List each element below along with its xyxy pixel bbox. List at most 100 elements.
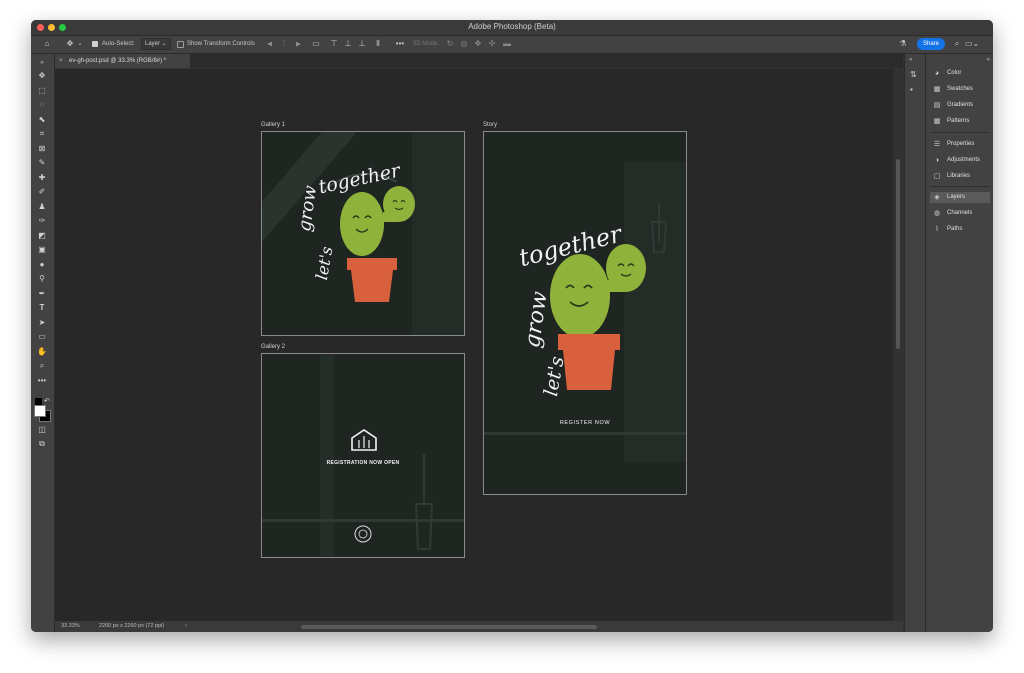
panel-item-layers[interactable]: ◈ Layers	[930, 192, 990, 203]
paths-icon: ⌇	[935, 226, 939, 233]
gallery-1-artwork	[262, 132, 464, 335]
title-bar: Adobe Photoshop (Beta)	[31, 20, 993, 36]
move-icon[interactable]: ✥	[64, 39, 76, 49]
story-artwork	[484, 162, 686, 462]
frame-tool-icon[interactable]: ⊠	[35, 143, 49, 155]
vertical-scroll-thumb[interactable]	[896, 159, 900, 349]
artboard-label-story[interactable]: Story	[483, 121, 497, 129]
move-tool-icon[interactable]: ✥	[35, 70, 49, 82]
artboard-label-gallery-2[interactable]: Gallery 2	[261, 343, 285, 351]
show-transform-checkbox[interactable]	[177, 41, 184, 48]
workspace-icon[interactable]: ▭⌄	[965, 39, 979, 49]
align-right-icon[interactable]: ⫸	[293, 39, 303, 49]
collapse-icon[interactable]: »	[35, 57, 49, 69]
collapsed-panel-strip: « ⇅ ▪	[904, 54, 925, 632]
quick-mask-icon[interactable]: ◫	[35, 424, 49, 436]
layers-icon: ◈	[934, 194, 940, 201]
hand-tool-icon[interactable]: ✋	[35, 346, 49, 358]
search-icon[interactable]: ⌕	[951, 39, 963, 49]
panel-item-channels[interactable]: ◍ Channels	[930, 208, 990, 219]
artboard-gallery-1[interactable]: together grow let's	[261, 131, 465, 336]
lasso-tool-icon[interactable]: ◌	[35, 99, 49, 111]
healing-brush-tool-icon[interactable]: ✚	[35, 172, 49, 184]
auto-select-dropdown[interactable]: Layer ⌄	[141, 38, 171, 50]
align-bottom-icon[interactable]: ⊥	[357, 39, 367, 49]
collapse-icon[interactable]: «	[909, 57, 912, 63]
channels-icon: ◍	[933, 210, 941, 217]
3d-scale-icon[interactable]: ▬	[501, 39, 513, 49]
share-button[interactable]: Share	[917, 38, 945, 50]
history-brush-tool-icon[interactable]: ✑	[35, 215, 49, 227]
rectangle-tool-icon[interactable]: ▭	[35, 331, 49, 343]
canvas-area[interactable]: Gallery 1 Story Gallery 2 together grow …	[55, 69, 893, 621]
auto-select-checkbox[interactable]	[92, 41, 98, 47]
horizontal-scroll-thumb[interactable]	[301, 625, 597, 629]
panel-divider	[930, 132, 990, 133]
eraser-tool-icon[interactable]: ◩	[35, 230, 49, 242]
document-tab-row: × ev-gh-post.psd @ 33.3% (RGB/8#) *	[55, 54, 903, 68]
foreground-color-swatch[interactable]	[34, 405, 46, 417]
object-selection-tool-icon[interactable]: ⬉	[35, 114, 49, 126]
dodge-tool-icon[interactable]: ⚲	[35, 273, 49, 285]
color-icon: ◕	[934, 70, 940, 77]
gradient-tool-icon[interactable]: ▣	[35, 244, 49, 256]
distribute-icon[interactable]: ▭	[311, 39, 321, 49]
align-middle-icon[interactable]: ⊥	[343, 39, 353, 49]
path-selection-tool-icon[interactable]: ➤	[35, 317, 49, 329]
3d-pan-icon[interactable]: ✥	[473, 39, 483, 49]
align-left-icon[interactable]: ⫷	[265, 39, 275, 49]
align-center-icon[interactable]: ⫶	[279, 39, 289, 49]
clone-stamp-tool-icon[interactable]: ♟	[35, 201, 49, 213]
screen-mode-icon[interactable]: ⧉	[35, 438, 49, 450]
collapse-icon[interactable]: «	[987, 57, 990, 63]
crop-tool-icon[interactable]: ⌗	[35, 128, 49, 140]
brush-tool-icon[interactable]: ✐	[35, 186, 49, 198]
default-colors-icon[interactable]	[35, 398, 42, 405]
align-top-icon[interactable]: ⊤	[329, 39, 339, 49]
zoom-tool-icon[interactable]: ⌕	[35, 360, 49, 372]
panel-item-properties[interactable]: ☰ Properties	[930, 139, 990, 150]
history-panel-icon[interactable]: ⇅	[910, 70, 917, 79]
home-icon[interactable]: ⌂	[41, 39, 53, 49]
artboard-gallery-2[interactable]: REGISTRATION NOW OPEN	[261, 353, 465, 558]
artboard-story[interactable]: together grow let's REGISTER NOW	[483, 131, 687, 495]
pen-tool-icon[interactable]: ✒	[35, 288, 49, 300]
3d-slide-icon[interactable]: ✣	[487, 39, 497, 49]
panel-item-gradients[interactable]: ▤ Gradients	[930, 100, 990, 111]
swatches-icon: ▦	[933, 86, 941, 93]
panel-item-paths[interactable]: ⌇ Paths	[930, 224, 990, 235]
zoom-level[interactable]: 33.33%	[61, 621, 80, 632]
story-cta: REGISTER NOW	[559, 420, 611, 426]
properties-icon: ☰	[933, 141, 941, 148]
document-tab[interactable]: × ev-gh-post.psd @ 33.3% (RGB/8#) *	[55, 54, 190, 68]
swap-colors-icon[interactable]: ↶	[44, 397, 50, 405]
auto-select-label: Auto-Select:	[102, 41, 135, 47]
document-size[interactable]: 2260 px x 2260 px (72 ppi)	[99, 621, 164, 632]
panel-item-color[interactable]: ◕ Color	[930, 68, 990, 79]
status-chevron-icon[interactable]: ›	[185, 621, 187, 632]
panel-item-patterns[interactable]: ▦ Patterns	[930, 116, 990, 127]
artboard-label-gallery-1[interactable]: Gallery 1	[261, 121, 285, 129]
close-tab-icon[interactable]: ×	[59, 54, 63, 68]
3d-roll-icon[interactable]: ◎	[459, 39, 469, 49]
blur-tool-icon[interactable]: ●	[35, 259, 49, 271]
more-options-icon[interactable]: •••	[395, 39, 405, 49]
patterns-icon: ▦	[933, 118, 941, 125]
distribute-vertical-icon[interactable]: ⦀	[373, 39, 383, 49]
panel-divider	[930, 186, 990, 187]
panel-item-swatches[interactable]: ▦ Swatches	[930, 84, 990, 95]
more-tools-icon[interactable]: •••	[35, 375, 49, 387]
marquee-tool-icon[interactable]: ⬚	[35, 85, 49, 97]
options-bar: ⌂ ✥ ⌄ Auto-Select: Layer ⌄ Show Transfor…	[31, 36, 993, 54]
type-tool-icon[interactable]: T	[35, 302, 49, 314]
window-title: Adobe Photoshop (Beta)	[468, 22, 556, 31]
3d-orbit-icon[interactable]: ↻	[445, 39, 455, 49]
panel-item-adjustments[interactable]: ◑ Adjustments	[930, 155, 990, 166]
eyedropper-tool-icon[interactable]: ✎	[35, 157, 49, 169]
comments-panel-icon[interactable]: ▪	[910, 85, 913, 94]
chevron-down-icon[interactable]: ⌄	[76, 39, 84, 49]
gradients-icon: ▤	[933, 102, 941, 109]
panel-item-libraries[interactable]: ▢ Libraries	[930, 171, 990, 182]
beaker-icon[interactable]: ⚗	[897, 39, 909, 49]
vertical-scrollbar[interactable]	[893, 69, 903, 621]
